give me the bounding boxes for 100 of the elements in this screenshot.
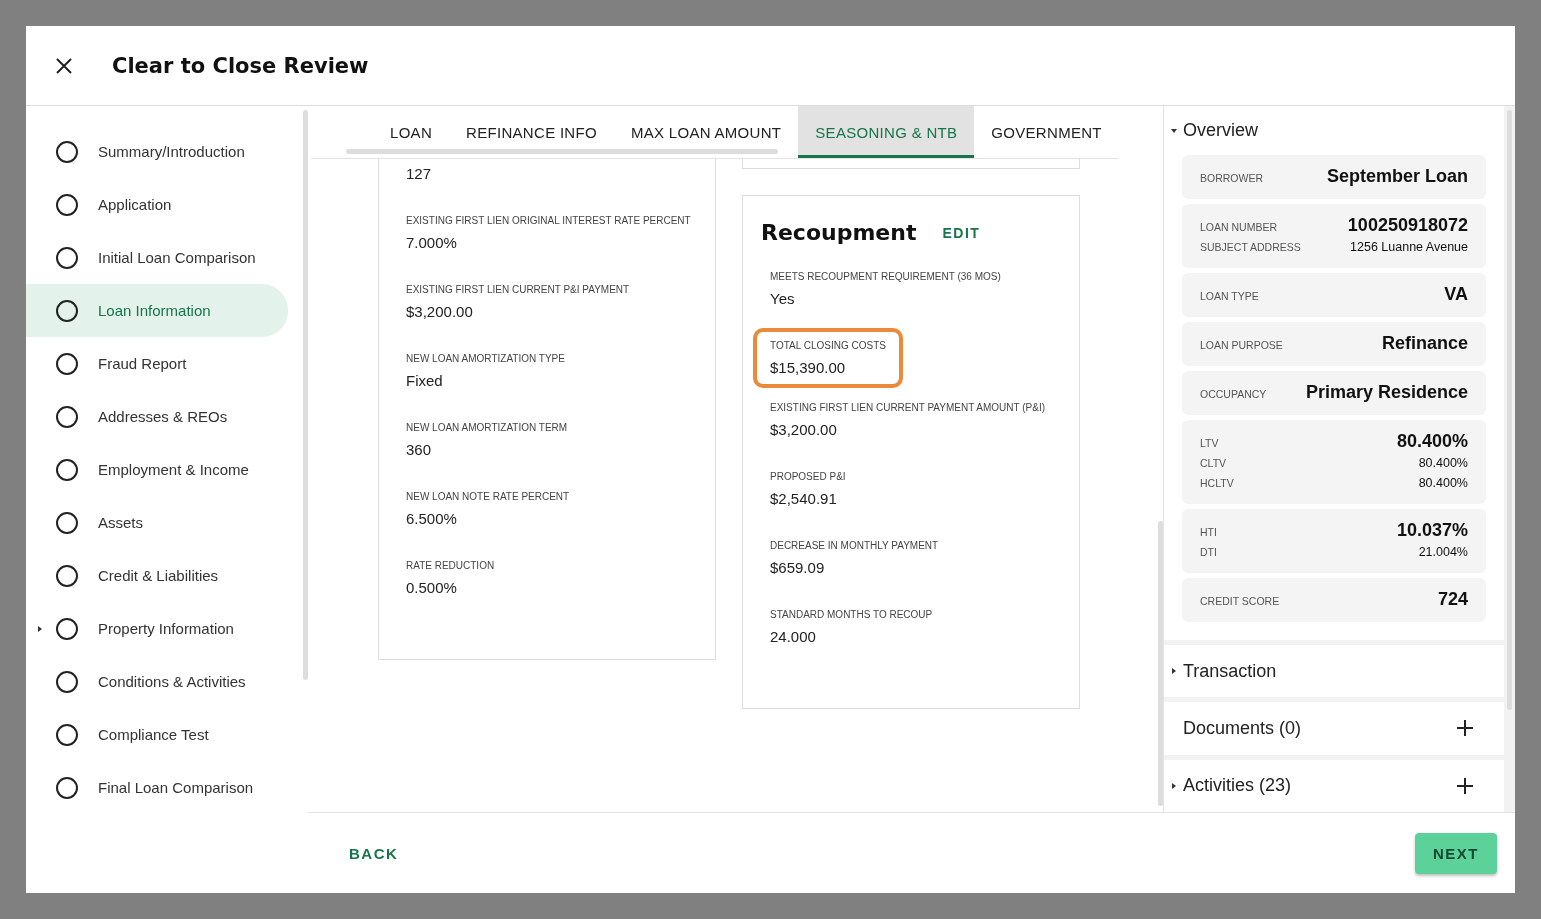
field-value: Yes xyxy=(770,290,796,307)
step-item[interactable]: Credit & Liabilities xyxy=(26,549,288,602)
caret-icon[interactable] xyxy=(1170,667,1178,676)
tab[interactable]: SEASONING & NTB xyxy=(798,106,975,158)
tab[interactable]: LOAN xyxy=(373,106,450,158)
radio-circle-icon xyxy=(56,193,78,216)
field-label: NEW LOAN NOTE RATE PERCENT xyxy=(406,491,570,502)
field-value: $659.09 xyxy=(770,559,826,576)
field-value: 360 xyxy=(406,441,433,458)
info-label: LTV xyxy=(1200,437,1219,449)
radio-circle-icon xyxy=(56,670,78,693)
radio-circle-icon xyxy=(56,352,78,375)
info-label: SUBJECT ADDRESS xyxy=(1200,241,1301,253)
info-value: 80.400% xyxy=(1418,456,1468,470)
field-value: $2,540.91 xyxy=(770,490,838,507)
field-value: 24.000 xyxy=(770,628,817,645)
radio-circle-icon xyxy=(56,776,78,799)
caret-icon[interactable] xyxy=(1170,126,1178,135)
field-value: Fixed xyxy=(406,372,444,389)
step-label: Compliance Test xyxy=(98,726,209,743)
step-label: Addresses & REOs xyxy=(98,408,228,425)
tab[interactable]: MAX LOAN AMOUNT xyxy=(613,106,799,158)
caret-icon[interactable] xyxy=(1170,781,1178,790)
caret-icon[interactable] xyxy=(36,624,44,633)
field-label: MEETS RECOUPMENT REQUIREMENT (36 MOS) xyxy=(770,271,1001,282)
close-button[interactable] xyxy=(54,55,74,76)
step-item[interactable]: Summary/Introduction xyxy=(26,125,288,178)
info-value: Primary Residence xyxy=(1305,382,1468,403)
field-value: $3,200.00 xyxy=(406,303,474,320)
field-value: $3,200.00 xyxy=(770,421,838,438)
field-value: 127 xyxy=(406,165,432,182)
scrollbar[interactable] xyxy=(303,110,308,680)
section-title[interactable]: Documents (0) xyxy=(1183,718,1451,739)
field-label: EXISTING FIRST LIEN ORIGINAL INTEREST RATE PERCENT xyxy=(406,215,691,226)
edit-button[interactable]: EDIT xyxy=(942,224,981,241)
field-value: 7.000% xyxy=(406,234,458,251)
field-label: NEW LOAN AMORTIZATION TYPE xyxy=(406,353,565,364)
tab[interactable]: GOVERNMENT xyxy=(974,106,1118,158)
info-label: CREDIT SCORE xyxy=(1200,595,1280,607)
step-item[interactable]: Fraud Report xyxy=(26,337,288,390)
field-label: PROPOSED P&I xyxy=(770,471,846,482)
info-label: CLTV xyxy=(1200,457,1227,469)
step-label: Final Loan Comparison xyxy=(98,779,254,796)
radio-circle-icon xyxy=(56,299,78,322)
field-label: DECREASE IN MONTHLY PAYMENT xyxy=(770,540,939,551)
step-label: Initial Loan Comparison xyxy=(98,249,256,266)
step-item[interactable]: Loan Information xyxy=(26,284,288,337)
info-label: OCCUPANCY xyxy=(1200,388,1267,400)
step-item[interactable]: Compliance Test xyxy=(26,708,288,761)
radio-circle-icon xyxy=(56,458,78,481)
next-button[interactable]: NEXT xyxy=(1415,832,1497,874)
field-value: 6.500% xyxy=(406,510,458,527)
radio-circle-icon xyxy=(56,246,78,269)
info-value: 100250918072 xyxy=(1347,215,1468,236)
scrollbar[interactable] xyxy=(1158,521,1163,806)
section-title[interactable]: Overview xyxy=(1183,120,1486,141)
add-icon[interactable] xyxy=(1456,719,1474,738)
step-item[interactable]: Property Information xyxy=(26,602,288,655)
step-label: Application xyxy=(98,196,172,213)
info-value: 80.400% xyxy=(1418,476,1468,490)
radio-circle-icon xyxy=(56,140,78,163)
step-label: Employment & Income xyxy=(98,461,249,478)
step-item[interactable]: Assets xyxy=(26,496,288,549)
step-label: Credit & Liabilities xyxy=(98,567,219,584)
info-label: LOAN PURPOSE xyxy=(1200,339,1283,351)
field-label: RATE REDUCTION xyxy=(406,560,495,571)
field-value: $15,390.00 xyxy=(770,359,847,376)
info-value: 724 xyxy=(1437,589,1468,610)
step-item[interactable]: Application xyxy=(26,178,288,231)
step-item[interactable]: Employment & Income xyxy=(26,443,288,496)
field-label: STANDARD MONTHS TO RECOUP xyxy=(770,609,933,620)
radio-circle-icon xyxy=(56,405,78,428)
step-label: Loan Information xyxy=(98,302,211,319)
section-title[interactable]: Transaction xyxy=(1183,660,1474,682)
info-value: 80.400% xyxy=(1396,431,1468,452)
step-item[interactable]: Addresses & REOs xyxy=(26,390,288,443)
field-label: EXISTING FIRST LIEN CURRENT P&I PAYMENT xyxy=(406,284,630,295)
field-value: 0.500% xyxy=(406,579,458,596)
scrollbar[interactable] xyxy=(346,149,778,154)
back-button[interactable]: BACK xyxy=(343,843,405,863)
info-label: HTI xyxy=(1200,526,1217,538)
step-label: Property Information xyxy=(98,620,234,637)
section-title[interactable]: Activities (23) xyxy=(1183,775,1451,797)
card-title: Recoupment xyxy=(761,220,917,245)
info-value: 21.004% xyxy=(1418,545,1468,559)
step-label: Fraud Report xyxy=(98,355,187,372)
field-label: EXISTING FIRST LIEN CURRENT PAYMENT AMOUNT (P&I) xyxy=(770,402,1046,413)
info-label: DTI xyxy=(1200,546,1217,558)
step-label: Assets xyxy=(98,514,143,531)
info-value: Refinance xyxy=(1381,333,1468,354)
dialog-title: Clear to Close Review xyxy=(112,53,369,78)
step-item[interactable]: Conditions & Activities xyxy=(26,655,288,708)
step-item[interactable]: Final Loan Comparison xyxy=(26,761,288,814)
add-icon[interactable] xyxy=(1456,776,1474,795)
tab[interactable]: REFINANCE INFO xyxy=(449,106,614,158)
info-label: LOAN NUMBER xyxy=(1200,221,1277,233)
field-label: NEW LOAN AMORTIZATION TERM xyxy=(406,422,568,433)
radio-circle-icon xyxy=(56,511,78,534)
step-item[interactable]: Initial Loan Comparison xyxy=(26,231,288,284)
info-value: September Loan xyxy=(1326,166,1468,187)
